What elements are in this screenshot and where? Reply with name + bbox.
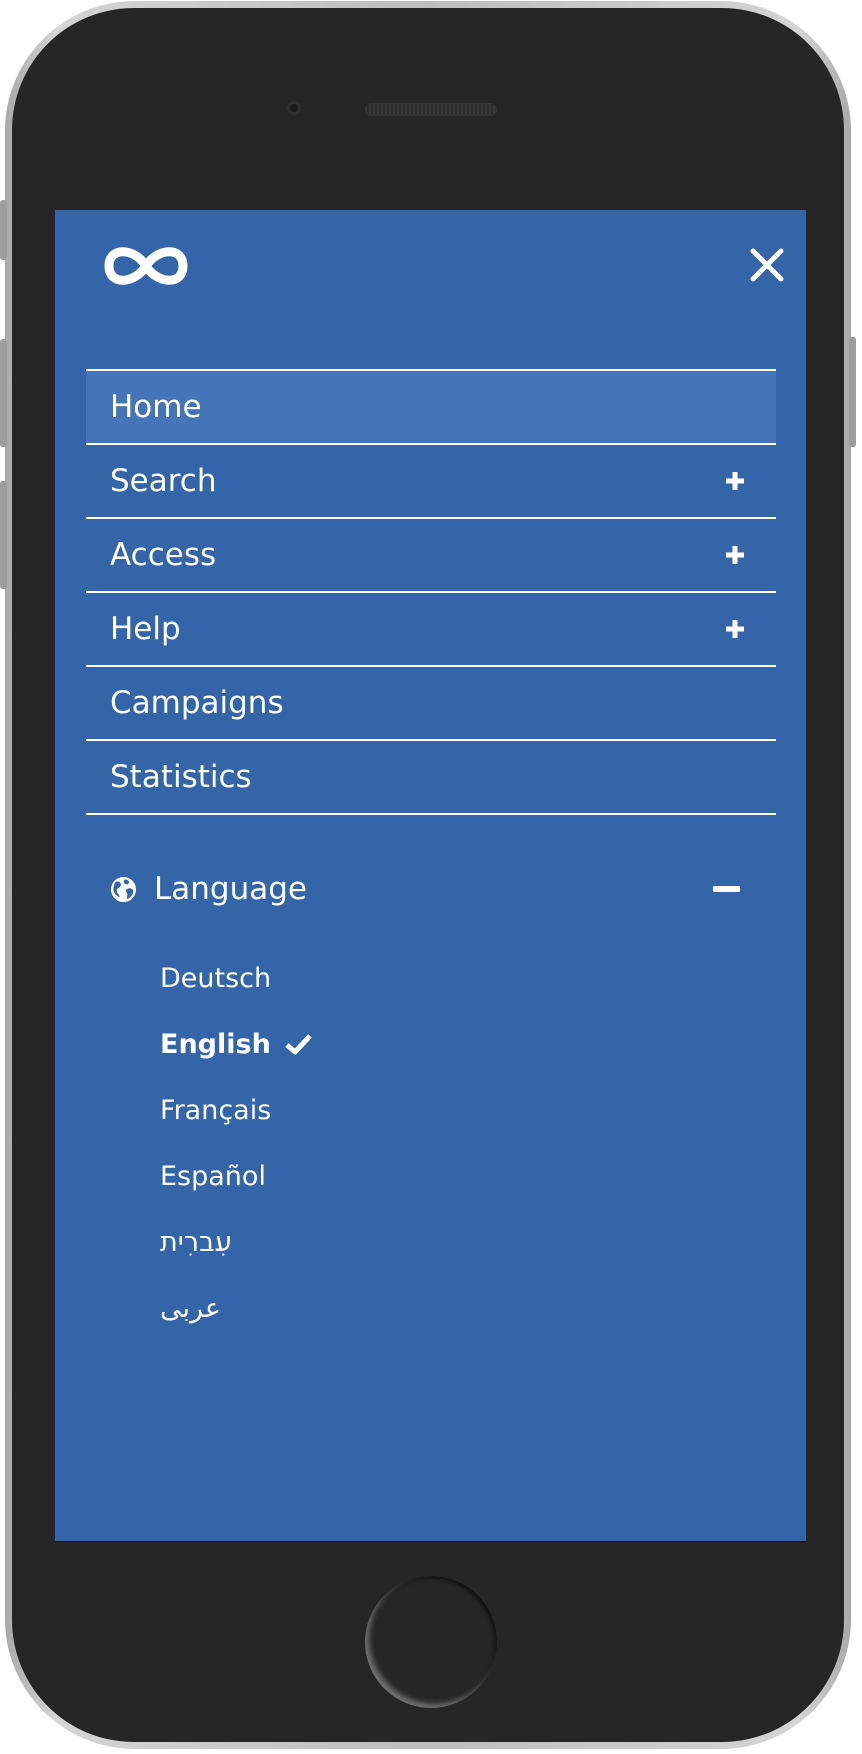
language-label: Language: [154, 871, 307, 907]
front-camera: [287, 101, 301, 115]
menu-item-help[interactable]: Help: [86, 593, 776, 667]
plus-icon[interactable]: [724, 544, 746, 566]
plus-icon[interactable]: [724, 470, 746, 492]
plus-icon[interactable]: [724, 618, 746, 640]
language-option-english[interactable]: English: [160, 1011, 560, 1077]
checkmark-icon: [285, 1034, 312, 1055]
menu-item-access[interactable]: Access: [86, 519, 776, 593]
language-option-label: Français: [160, 1094, 272, 1126]
language-option-label: عربى: [160, 1292, 222, 1324]
menu-item-home[interactable]: Home: [86, 371, 776, 445]
home-button[interactable]: [365, 1576, 497, 1708]
power-button: [849, 337, 856, 447]
menu-item-label: Help: [110, 611, 181, 647]
menu-item-campaigns[interactable]: Campaigns: [86, 667, 776, 741]
earpiece-speaker: [365, 103, 497, 116]
language-option-label: English: [160, 1028, 271, 1060]
menu-item-search[interactable]: Search: [86, 445, 776, 519]
language-toggle[interactable]: Language: [110, 865, 740, 913]
language-option-label: Español: [160, 1160, 266, 1192]
mobile-nav-drawer: Home Search Access Help Campaigns Statis…: [55, 210, 806, 1543]
mute-switch: [0, 200, 7, 260]
language-list: Deutsch English Français Español עִברִית…: [160, 945, 560, 1341]
language-option-deutsch[interactable]: Deutsch: [160, 945, 560, 1011]
globe-icon: [110, 876, 137, 902]
menu-item-label: Search: [110, 463, 217, 499]
language-option-label: Deutsch: [160, 962, 272, 994]
main-menu: Home Search Access Help Campaigns Statis…: [86, 369, 776, 815]
infinity-logo-icon[interactable]: [101, 240, 191, 292]
menu-item-label: Campaigns: [110, 685, 284, 721]
menu-item-statistics[interactable]: Statistics: [86, 741, 776, 815]
volume-up-button: [0, 339, 7, 447]
language-option-arabic[interactable]: عربى: [160, 1275, 560, 1341]
language-option-espanol[interactable]: Español: [160, 1143, 560, 1209]
language-option-francais[interactable]: Français: [160, 1077, 560, 1143]
menu-item-label: Home: [110, 389, 202, 425]
volume-down-button: [0, 481, 7, 589]
language-option-label: עִברִית: [160, 1226, 232, 1258]
menu-item-label: Statistics: [110, 759, 252, 795]
language-option-hebrew[interactable]: עִברִית: [160, 1209, 560, 1275]
menu-item-label: Access: [110, 537, 217, 573]
close-icon[interactable]: [748, 246, 786, 284]
minus-icon[interactable]: [713, 886, 740, 892]
